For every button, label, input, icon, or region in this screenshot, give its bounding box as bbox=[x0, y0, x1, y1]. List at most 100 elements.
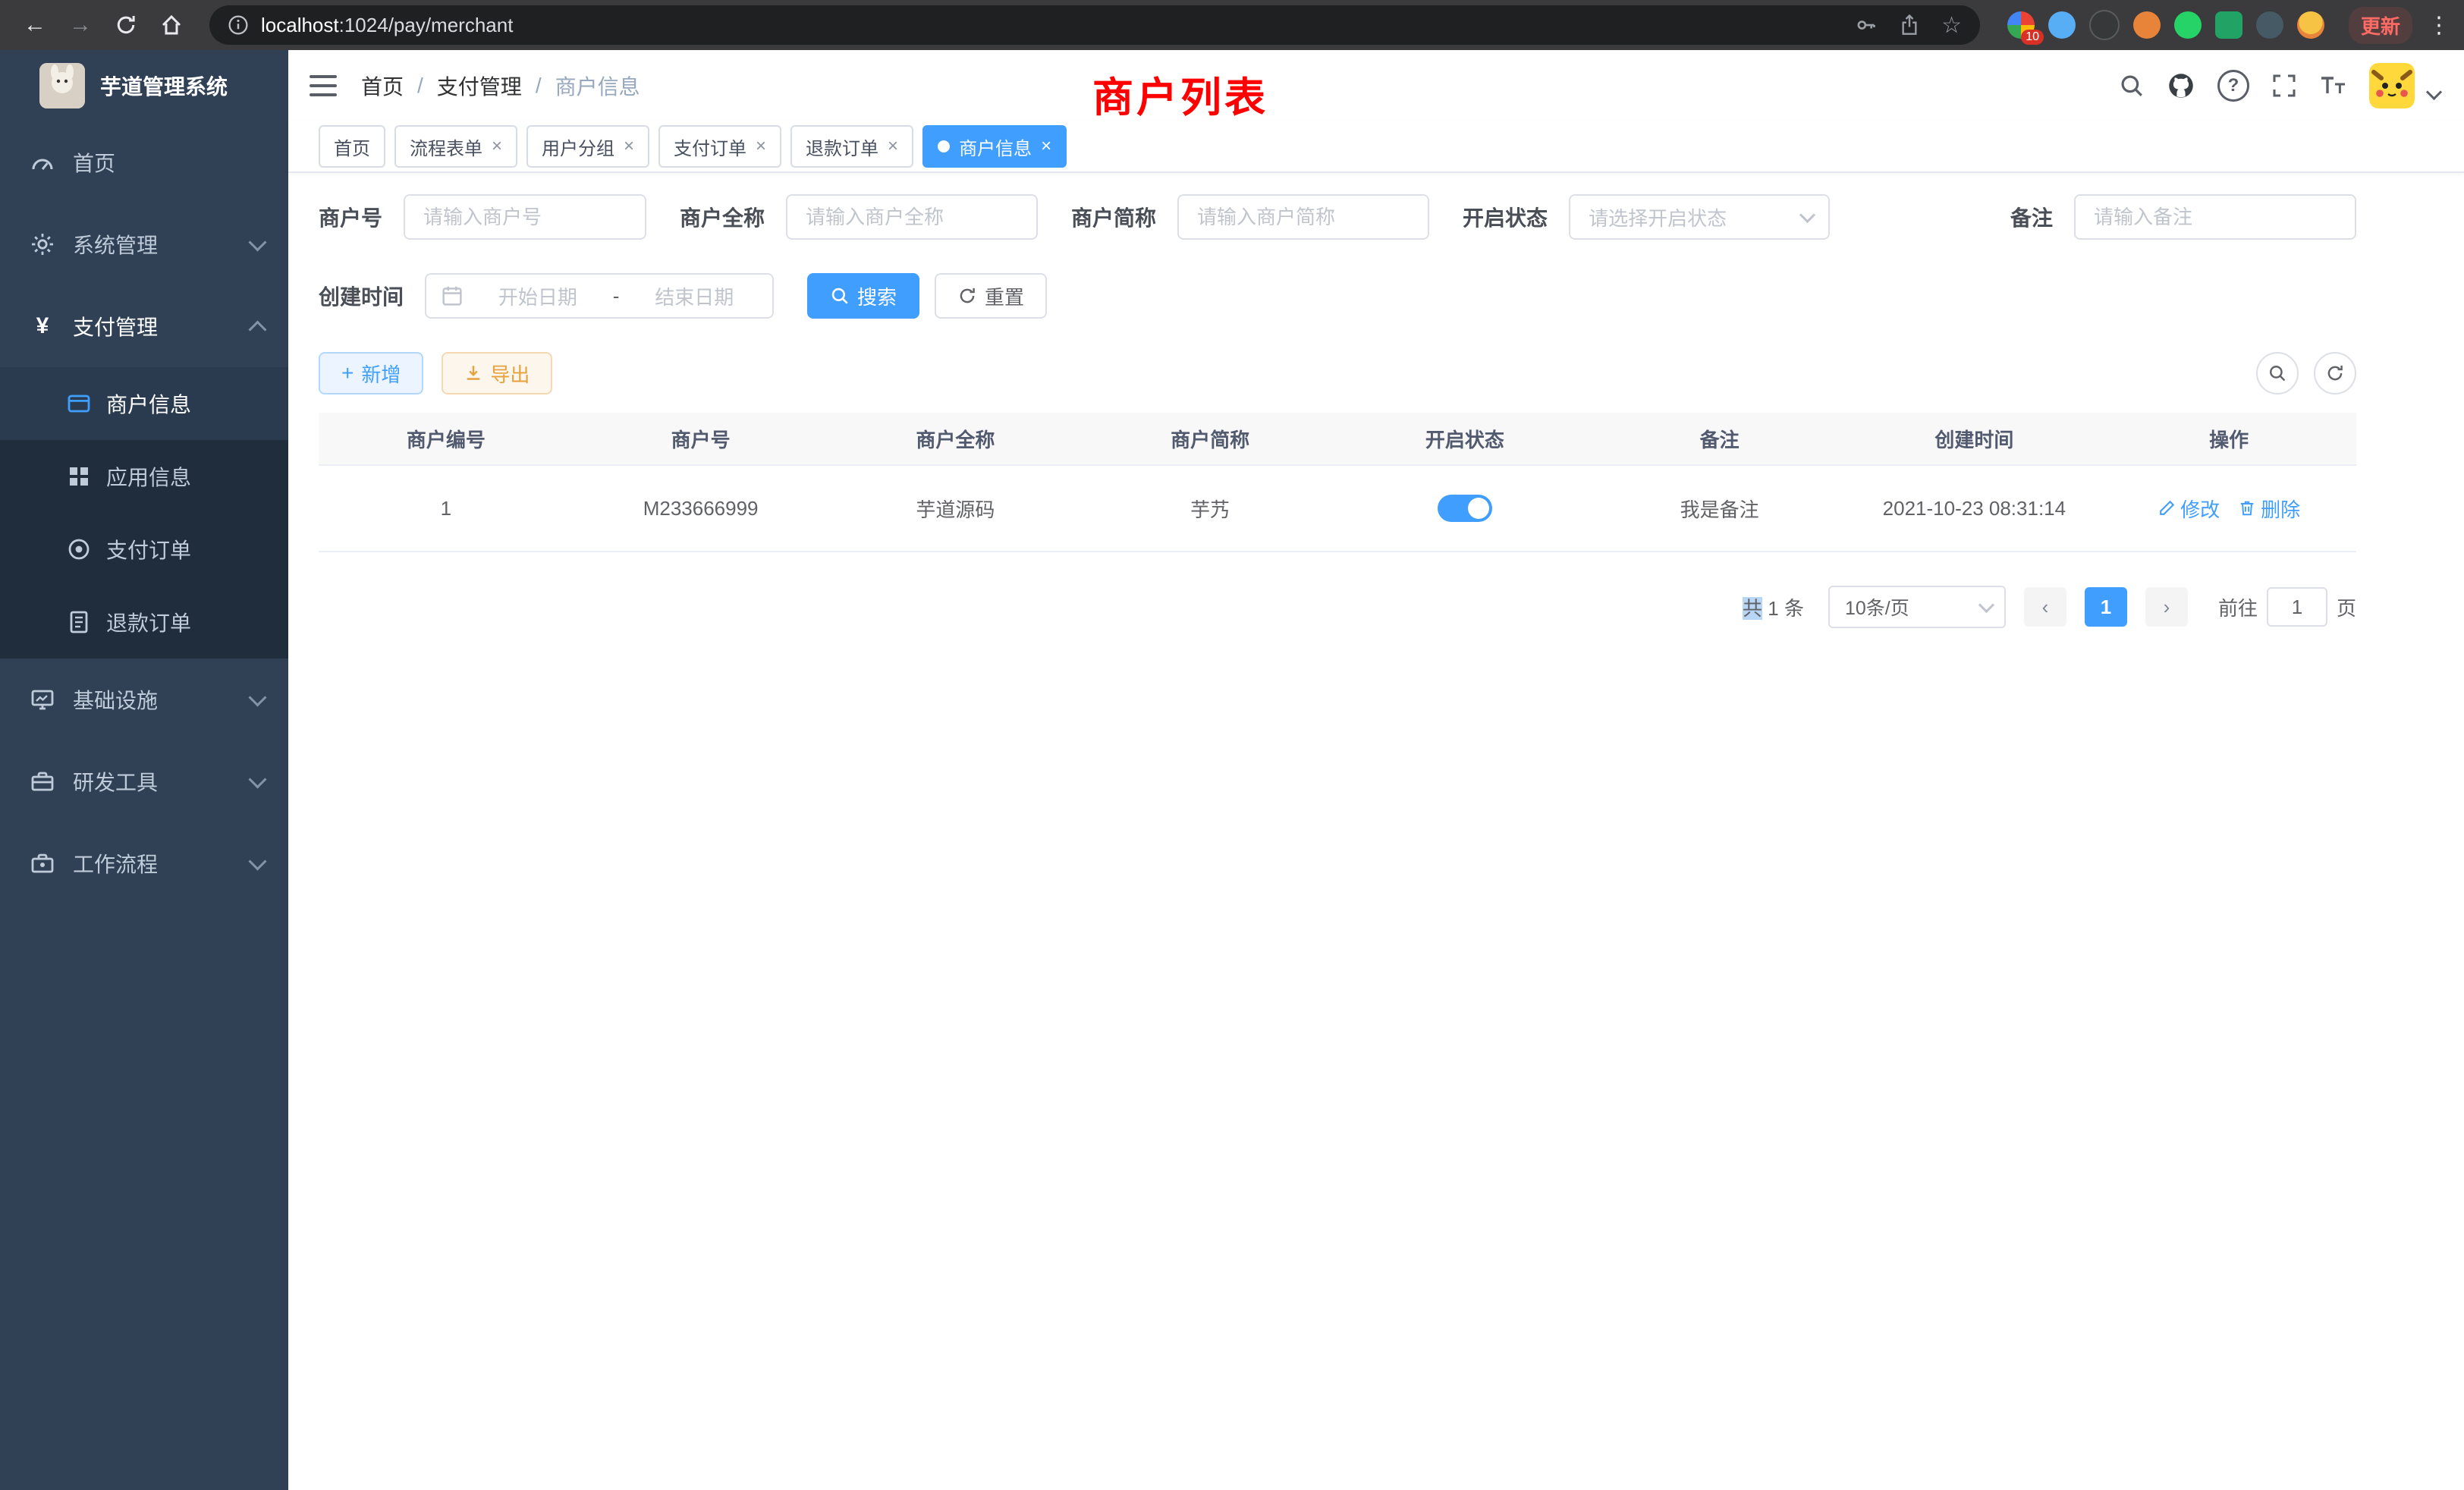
logo-image bbox=[39, 63, 85, 108]
avatar-caret-icon[interactable] bbox=[2426, 83, 2442, 99]
close-icon[interactable]: × bbox=[492, 137, 502, 156]
sidebar-item-label: 退款订单 bbox=[106, 607, 191, 637]
filter-row-2: 创建时间 开始日期 - 结束日期 搜索 重置 bbox=[319, 273, 2356, 319]
forward-icon[interactable]: → bbox=[61, 5, 100, 45]
extension-icon[interactable]: 10 bbox=[2007, 11, 2035, 39]
table-row: 1 M233666999 芋道源码 芋艿 我是备注 2021-10-23 08:… bbox=[319, 466, 2356, 552]
edit-link[interactable]: 修改 bbox=[2158, 495, 2220, 523]
workflow-icon bbox=[30, 851, 55, 875]
chevron-down-icon bbox=[248, 688, 266, 706]
sidebar-item-devtools[interactable]: 研发工具 bbox=[0, 740, 288, 822]
tab-user-group[interactable]: 用户分组× bbox=[526, 125, 649, 168]
page-size-select[interactable]: 10条/页 bbox=[1828, 586, 2006, 628]
status-toggle[interactable] bbox=[1438, 495, 1492, 522]
bookmark-star-icon[interactable]: ☆ bbox=[1941, 12, 1962, 39]
short-name-label: 商户简称 bbox=[1071, 202, 1156, 232]
chevron-down-icon bbox=[248, 233, 266, 251]
create-time-range-picker[interactable]: 开始日期 - 结束日期 bbox=[425, 273, 774, 319]
app-logo[interactable]: 芋道管理系统 bbox=[0, 50, 288, 121]
cell-short-name: 芋艿 bbox=[1083, 495, 1337, 523]
fullscreen-icon[interactable] bbox=[2272, 74, 2296, 98]
site-info-icon[interactable] bbox=[228, 14, 249, 36]
merchant-no-input[interactable] bbox=[404, 194, 646, 240]
browser-menu-icon[interactable]: ⋮ bbox=[2428, 12, 2449, 39]
breadcrumb-home[interactable]: 首页 bbox=[361, 71, 404, 101]
sidebar-item-system[interactable]: 系统管理 bbox=[0, 203, 288, 285]
chevron-down-icon bbox=[1978, 596, 1994, 612]
select-placeholder: 请选择开启状态 bbox=[1589, 203, 1802, 231]
date-end-placeholder[interactable]: 结束日期 bbox=[631, 282, 757, 310]
merchant-table: 商户编号 商户号 商户全称 商户简称 开启状态 备注 创建时间 操作 1 M23… bbox=[319, 413, 2356, 552]
yen-icon: ¥ bbox=[30, 313, 55, 339]
close-icon[interactable]: × bbox=[624, 137, 634, 156]
gear-icon bbox=[30, 232, 55, 256]
chevron-down-icon bbox=[1799, 206, 1815, 222]
delete-link[interactable]: 删除 bbox=[2238, 495, 2300, 523]
tab-refund-order[interactable]: 退款订单× bbox=[790, 125, 913, 168]
extension-icon[interactable] bbox=[2256, 11, 2283, 39]
password-key-icon[interactable] bbox=[1855, 14, 1878, 36]
sidebar-item-app-info[interactable]: 应用信息 bbox=[0, 440, 288, 513]
tab-process-form[interactable]: 流程表单× bbox=[394, 125, 517, 168]
extension-icon[interactable] bbox=[2089, 10, 2120, 40]
breadcrumb-payment[interactable]: 支付管理 bbox=[437, 71, 522, 101]
sidebar-item-workflow[interactable]: 工作流程 bbox=[0, 822, 288, 904]
add-button[interactable]: + 新增 bbox=[319, 352, 423, 395]
profile-avatar-icon[interactable] bbox=[2297, 11, 2324, 39]
tab-home[interactable]: 首页 bbox=[319, 125, 385, 168]
search-button[interactable]: 搜索 bbox=[807, 273, 919, 319]
status-select[interactable]: 请选择开启状态 bbox=[1569, 194, 1830, 240]
chevron-up-icon bbox=[248, 320, 266, 338]
back-icon[interactable]: ← bbox=[15, 5, 55, 45]
extension-icon[interactable] bbox=[2133, 11, 2161, 39]
user-avatar[interactable] bbox=[2369, 63, 2415, 108]
date-start-placeholder[interactable]: 开始日期 bbox=[475, 282, 601, 310]
reset-button[interactable]: 重置 bbox=[935, 273, 1047, 319]
sidebar-item-home[interactable]: 首页 bbox=[0, 121, 288, 203]
url-text[interactable]: localhost:1024/pay/merchant bbox=[261, 14, 1834, 37]
refresh-icon[interactable] bbox=[106, 5, 146, 45]
sidebar-item-refund-order[interactable]: 退款订单 bbox=[0, 586, 288, 659]
refresh-table-button[interactable] bbox=[2314, 352, 2356, 395]
sidebar-item-label: 应用信息 bbox=[106, 461, 191, 492]
tab-pay-order[interactable]: 支付订单× bbox=[658, 125, 781, 168]
goto-page-input[interactable] bbox=[2267, 587, 2327, 627]
address-bar[interactable]: localhost:1024/pay/merchant ☆ bbox=[209, 5, 1980, 45]
cell-merchant-no: M233666999 bbox=[574, 497, 828, 520]
browser-update-button[interactable]: 更新 bbox=[2349, 7, 2412, 44]
help-icon[interactable]: ? bbox=[2217, 70, 2249, 102]
github-icon[interactable] bbox=[2167, 72, 2195, 99]
short-name-input[interactable] bbox=[1177, 194, 1429, 240]
close-icon[interactable]: × bbox=[888, 137, 898, 156]
search-icon[interactable] bbox=[2119, 73, 2145, 99]
trash-icon bbox=[2238, 499, 2256, 517]
search-icon bbox=[830, 286, 850, 306]
extension-icon[interactable] bbox=[2215, 11, 2242, 39]
col-header: 备注 bbox=[1592, 425, 1847, 453]
sidebar-item-payment[interactable]: ¥ 支付管理 bbox=[0, 285, 288, 367]
sidebar-item-infra[interactable]: 基础设施 bbox=[0, 659, 288, 740]
tab-merchant-info[interactable]: 商户信息× bbox=[922, 125, 1067, 168]
cell-full-name: 芋道源码 bbox=[828, 495, 1083, 523]
total-text: 共 1 条 bbox=[1743, 593, 1804, 621]
toggle-search-button[interactable] bbox=[2256, 352, 2299, 395]
next-page-button[interactable]: › bbox=[2145, 587, 2188, 627]
extension-icon[interactable] bbox=[2048, 11, 2076, 39]
export-button[interactable]: 导出 bbox=[442, 352, 552, 395]
font-size-icon[interactable] bbox=[2319, 74, 2346, 97]
extension-icon[interactable] bbox=[2174, 11, 2202, 39]
menu-fold-icon[interactable] bbox=[310, 75, 337, 96]
remark-input[interactable] bbox=[2074, 194, 2356, 240]
close-icon[interactable]: × bbox=[1041, 137, 1051, 156]
table-header-row: 商户编号 商户号 商户全称 商户简称 开启状态 备注 创建时间 操作 bbox=[319, 413, 2356, 466]
extension-badge: 10 bbox=[2021, 30, 2044, 45]
sidebar-item-merchant-info[interactable]: 商户信息 bbox=[0, 367, 288, 440]
sidebar-item-pay-order[interactable]: 支付订单 bbox=[0, 513, 288, 586]
share-icon[interactable] bbox=[1899, 14, 1920, 36]
page-number-button[interactable]: 1 bbox=[2085, 587, 2127, 627]
prev-page-button[interactable]: ‹ bbox=[2024, 587, 2066, 627]
full-name-input[interactable] bbox=[786, 194, 1038, 240]
breadcrumb: 首页 / 支付管理 / 商户信息 bbox=[361, 71, 640, 101]
home-icon[interactable] bbox=[152, 5, 191, 45]
close-icon[interactable]: × bbox=[756, 137, 766, 156]
